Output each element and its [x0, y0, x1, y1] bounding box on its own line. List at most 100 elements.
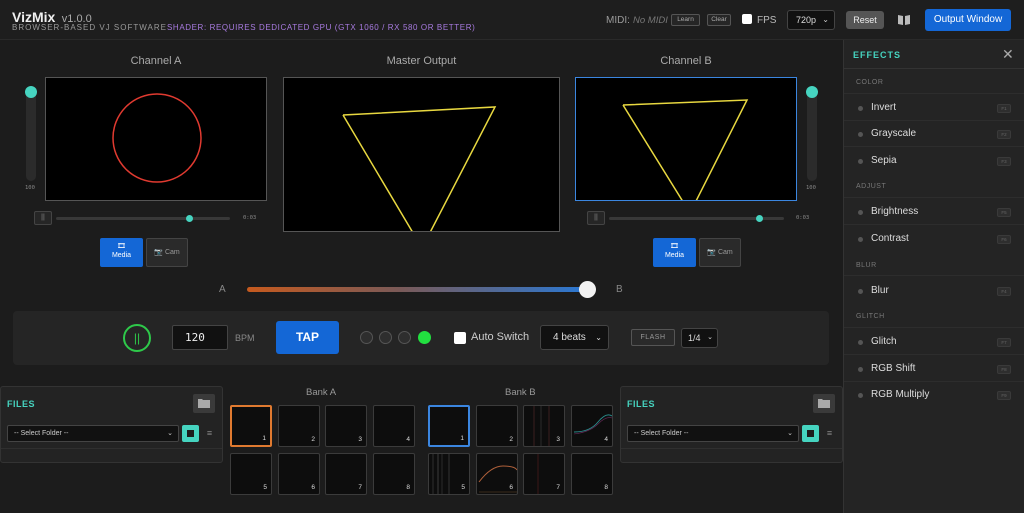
channel-a-media-button[interactable]: 🎞 Media — [100, 238, 143, 267]
effect-blur[interactable]: Blur F4 — [844, 278, 1024, 304]
effect-rgb-shift[interactable]: RGB Shift F8 — [844, 356, 1024, 382]
midi-status: No MIDI — [633, 15, 668, 26]
auto-switch-label: Auto Switch — [471, 331, 530, 343]
flash-rate-select[interactable]: 1/4 ⌄ — [681, 328, 718, 348]
bank-b-slot-7[interactable]: 7 — [523, 453, 565, 495]
effect-glitch[interactable]: Glitch F7 — [844, 329, 1024, 355]
media-label: Media — [111, 252, 132, 259]
bank-b-slot-4[interactable]: 4 — [571, 405, 613, 447]
open-folder-button[interactable] — [193, 394, 215, 413]
bank-a-slot-2[interactable]: 2 — [278, 405, 320, 447]
bank-a-slot-3[interactable]: 3 — [325, 405, 367, 447]
chevron-down-icon: ⌄ — [787, 430, 793, 437]
slot-number: 4 — [604, 436, 608, 443]
grid-view-button[interactable] — [182, 425, 199, 442]
bank-b-slot-1[interactable]: 1 — [428, 405, 470, 447]
slot-number: 5 — [263, 484, 267, 491]
channel-b-cam-button[interactable]: 📷 Cam — [699, 238, 741, 267]
midi-learn-button[interactable]: Learn — [671, 14, 700, 26]
output-window-button[interactable]: Output Window — [925, 9, 1011, 31]
channel-a-canvas — [112, 93, 202, 183]
bank-b-slot-5[interactable]: 5 — [428, 453, 470, 495]
timeline-knob[interactable] — [186, 215, 193, 222]
beat-indicator-3 — [398, 331, 411, 344]
beat-indicator-4 — [418, 331, 431, 344]
list-icon: ≡ — [826, 428, 833, 438]
tap-button[interactable]: TAP — [276, 321, 339, 354]
bank-a-slot-4[interactable]: 4 — [373, 405, 415, 447]
bank-a-slot-1[interactable]: 1 — [230, 405, 272, 447]
film-icon: 🎞 — [670, 243, 679, 250]
folder-select[interactable]: -- Select Folder -- ⌄ — [7, 425, 179, 442]
slot-number: 8 — [406, 484, 410, 491]
slot-number: 6 — [311, 484, 315, 491]
effect-shortcut: F6 — [997, 235, 1011, 244]
bank-a-slot-5[interactable]: 5 — [230, 453, 272, 495]
bank-b-slot-8[interactable]: 8 — [571, 453, 613, 495]
channel-b-opacity-slider[interactable] — [806, 86, 818, 181]
list-view-button[interactable]: ≡ — [822, 425, 837, 442]
crossfader-b-label: B — [616, 284, 623, 295]
timeline-knob[interactable] — [756, 215, 763, 222]
grid-view-button[interactable] — [802, 425, 819, 442]
bank-a-slot-6[interactable]: 6 — [278, 453, 320, 495]
auto-switch-checkbox[interactable] — [454, 332, 466, 344]
slider-knob[interactable] — [806, 86, 818, 98]
effect-brightness[interactable]: Brightness F5 — [844, 199, 1024, 225]
shader-notice: SHADER: REQUIRES DEDICATED GPU (GTX 1060… — [167, 23, 476, 32]
crossfader-track[interactable] — [247, 287, 587, 292]
book-icon[interactable] — [897, 13, 911, 25]
effect-rgb-multiply[interactable]: RGB Multiply F9 — [844, 382, 1024, 408]
chevron-down-icon: ⌄ — [167, 430, 173, 437]
effects-category-blur: BLUR — [856, 262, 877, 269]
channel-b-media-button[interactable]: 🎞 Media — [653, 238, 696, 267]
slider-knob[interactable] — [25, 86, 37, 98]
bank-b-slot-6[interactable]: 6 — [476, 453, 518, 495]
beat-toggle-button[interactable]: || — [123, 324, 151, 352]
channel-a-opacity-slider[interactable] — [25, 86, 37, 181]
effect-contrast[interactable]: Contrast F6 — [844, 226, 1024, 252]
channel-a-preview — [45, 77, 267, 201]
open-folder-button[interactable] — [813, 394, 835, 413]
channel-a-timeline[interactable] — [56, 215, 230, 222]
list-view-button[interactable]: ≡ — [202, 425, 217, 442]
channel-a-time: 0:03 — [243, 215, 257, 221]
effect-invert[interactable]: Invert F1 — [844, 95, 1024, 121]
effect-shortcut: F4 — [997, 287, 1011, 296]
channel-a-pause-button[interactable]: || — [34, 211, 52, 225]
slot-number: 2 — [509, 436, 513, 443]
app-subtitle: BROWSER-BASED VJ SOFTWARE — [12, 23, 167, 32]
divider — [844, 68, 1024, 69]
channel-a-cam-button[interactable]: 📷 Cam — [146, 238, 188, 267]
effect-sepia[interactable]: Sepia F3 — [844, 148, 1024, 174]
bank-b-slot-3[interactable]: 3 — [523, 405, 565, 447]
folder-select[interactable]: -- Select Folder -- ⌄ — [627, 425, 799, 442]
channel-b-opacity-value: 100 — [806, 185, 816, 191]
folder-icon — [198, 399, 210, 408]
channel-b-pause-button[interactable]: || — [587, 211, 605, 225]
slot-number: 1 — [262, 435, 266, 442]
beats-select[interactable]: 4 beats ⌄ — [540, 325, 609, 350]
bank-a-slot-7[interactable]: 7 — [325, 453, 367, 495]
beat-indicator-2 — [379, 331, 392, 344]
reset-button[interactable]: Reset — [846, 11, 884, 29]
bank-a-slot-8[interactable]: 8 — [373, 453, 415, 495]
folder-select-value: -- Select Folder -- — [14, 430, 69, 437]
chevron-down-icon: ⌄ — [822, 15, 829, 24]
files-title: FILES — [627, 399, 656, 409]
slot-number: 2 — [311, 436, 315, 443]
bpm-input[interactable]: 120 — [172, 325, 228, 350]
divider — [844, 275, 1024, 276]
resolution-select[interactable]: 720p ⌄ — [787, 10, 835, 30]
effect-shortcut: F5 — [997, 208, 1011, 217]
close-icon[interactable]: ✕ — [1002, 46, 1014, 63]
chevron-down-icon: ⌄ — [707, 334, 713, 341]
flash-button[interactable]: FLASH — [631, 329, 675, 346]
bank-b-slot-2[interactable]: 2 — [476, 405, 518, 447]
channel-b-timeline[interactable] — [609, 215, 784, 222]
master-canvas — [342, 106, 497, 231]
fps-checkbox[interactable] — [742, 14, 752, 24]
crossfader-knob[interactable] — [579, 281, 596, 298]
effect-grayscale[interactable]: Grayscale F2 — [844, 121, 1024, 147]
midi-clear-button[interactable]: Clear — [707, 14, 731, 26]
